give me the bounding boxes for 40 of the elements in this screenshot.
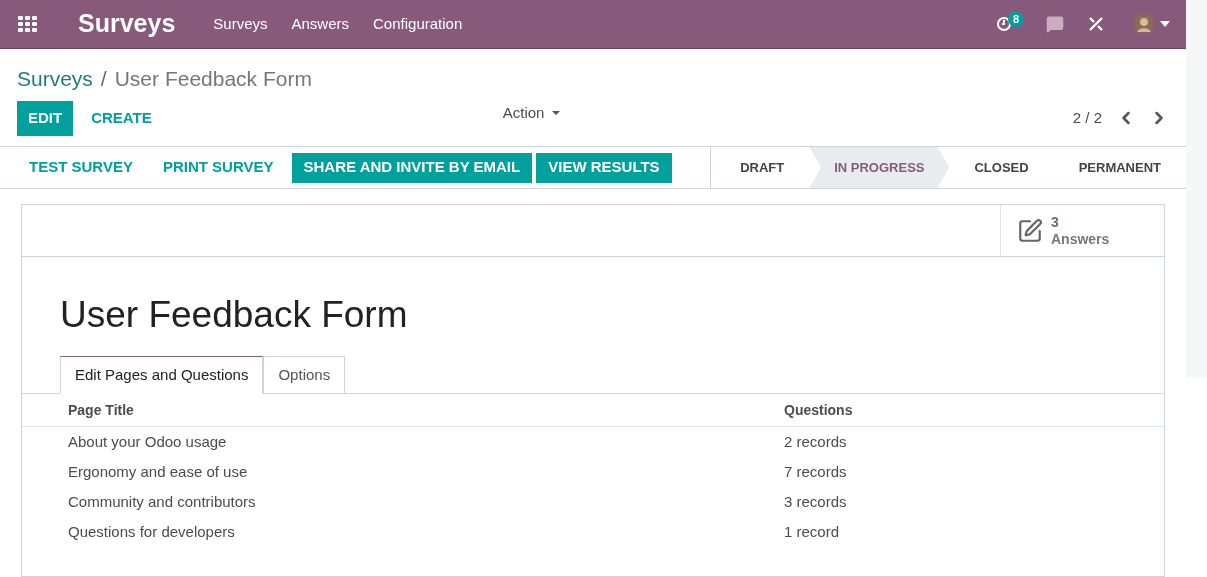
tools-icon[interactable]: [1088, 16, 1104, 32]
apps-menu-icon[interactable]: [18, 16, 38, 32]
table-cell-text: 2 records: [784, 431, 847, 452]
table-cell-text: Ergonomy and ease of use: [68, 461, 249, 482]
table-cell-text: 3 records: [784, 491, 847, 512]
status-stage[interactable]: IN PROGRESS: [809, 147, 950, 188]
clock-icon[interactable]: [995, 16, 1012, 32]
table-cell-text: Community and contributors: [68, 491, 257, 512]
chat-icon[interactable]: [1046, 15, 1064, 33]
column-header: Questions: [784, 400, 853, 420]
breadcrumb-separator: /: [100, 66, 107, 92]
breadcrumb-link[interactable]: Surveys: [17, 66, 93, 92]
avatar-icon[interactable]: [1134, 14, 1154, 34]
menu-item[interactable]: Surveys: [213, 12, 268, 36]
create-button[interactable]: CREATE: [85, 106, 158, 130]
table-cell-text: Questions for developers: [68, 521, 236, 542]
column-header: Page Title: [68, 400, 135, 420]
edit-icon: [1017, 217, 1043, 244]
answers-smart-button[interactable]: 3 Answers: [1000, 205, 1164, 256]
table-cell-text: 1 record: [784, 521, 840, 542]
header-button[interactable]: SHARE AND INVITE BY EMAIL: [291, 152, 533, 183]
caret-icon: [552, 111, 561, 115]
header-link-button[interactable]: TEST SURVEY: [17, 152, 145, 183]
scrollbar[interactable]: [1186, 0, 1207, 378]
header-link-button[interactable]: PRINT SURVEY: [150, 152, 286, 183]
form-tab[interactable]: Edit Pages and Questions: [60, 356, 264, 394]
menu-item[interactable]: Answers: [291, 12, 349, 36]
table-cell-text: 7 records: [784, 461, 847, 482]
activity-count-badge: 8: [1007, 11, 1024, 27]
pager-counter: 2 / 2: [1072, 107, 1102, 128]
edit-button[interactable]: EDIT: [17, 100, 74, 136]
form-tab[interactable]: Options: [263, 356, 346, 394]
header-button[interactable]: VIEW RESULTS: [536, 152, 672, 183]
breadcrumb-current: User Feedback Form: [114, 66, 312, 92]
action-dropdown[interactable]: Action: [502, 101, 561, 125]
form-title: User Feedback Form: [60, 293, 409, 337]
app-title: Surveys: [78, 8, 176, 40]
menu-item[interactable]: Configuration: [373, 12, 463, 36]
table-cell-text: About your Odoo usage: [68, 431, 228, 452]
caret-icon[interactable]: [1160, 21, 1170, 27]
